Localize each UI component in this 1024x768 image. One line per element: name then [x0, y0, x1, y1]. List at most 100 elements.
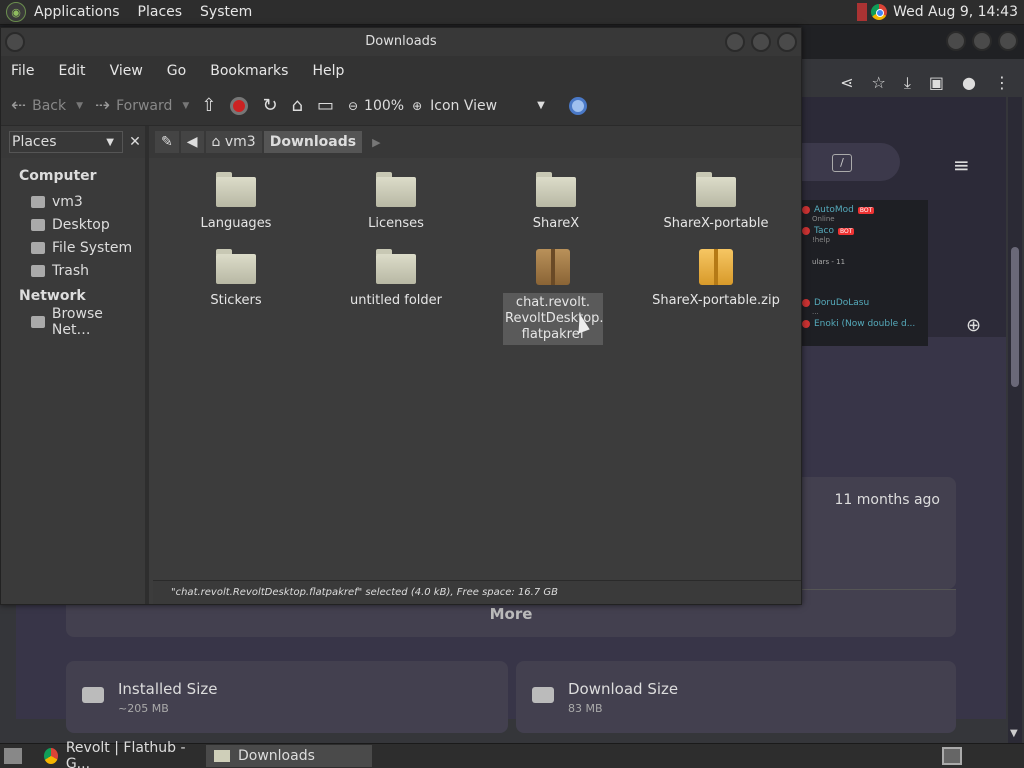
file-manager-window: Downloads File Edit View Go Bookmarks He… — [0, 27, 802, 605]
status-bar: "chat.revolt.RevoltDesktop.flatpakref" s… — [153, 580, 801, 604]
sidebar-item-vm3[interactable]: vm3 — [1, 190, 145, 213]
places-sidebar: Computer vm3 Desktop File System Trash N… — [1, 158, 149, 604]
fm-minimize-button[interactable] — [725, 32, 745, 52]
up-arrow-icon[interactable]: ⇧ — [201, 95, 216, 116]
home-folder-icon — [31, 195, 45, 208]
bottom-taskbar: Revolt | Flathub - G... Downloads — [0, 740, 1024, 768]
zoom-in-icon[interactable]: ⊕ — [966, 315, 981, 336]
close-sidebar-icon[interactable]: ✕ — [125, 134, 145, 150]
file-icon-grid[interactable]: Languages Licenses ShareX ShareX-portabl… — [149, 158, 801, 580]
breadcrumb-left-icon[interactable]: ◀ — [180, 131, 204, 153]
network-indicator-icon[interactable] — [857, 3, 868, 21]
reload-icon[interactable]: ↻ — [262, 95, 277, 116]
top-panel: ◉ Applications Places System Wed Aug 9, … — [0, 0, 1024, 25]
sidebar-item-file-system[interactable]: File System — [1, 236, 145, 259]
menu-go[interactable]: Go — [167, 63, 186, 79]
forward-arrow-icon: ⇢ — [95, 95, 111, 116]
scrollbar-thumb[interactable] — [1011, 247, 1019, 387]
folder-icon — [214, 249, 258, 285]
minimize-button[interactable] — [946, 31, 966, 51]
sidebar-item-browse-network[interactable]: Browse Net… — [1, 306, 145, 338]
close-button[interactable] — [998, 31, 1018, 51]
menu-help[interactable]: Help — [312, 63, 344, 79]
menu-edit[interactable]: Edit — [58, 63, 85, 79]
window-title: Downloads — [365, 34, 437, 49]
forward-button[interactable]: ⇢ Forward ▼ — [95, 95, 189, 116]
folder-icon — [374, 249, 418, 285]
menu-file[interactable]: File — [11, 63, 34, 79]
workspace-switcher[interactable] — [942, 747, 962, 765]
zoom-in-icon[interactable]: ⊕ — [412, 99, 422, 113]
preview-user: Taco BOT — [802, 226, 924, 236]
computer-icon[interactable]: ▭ — [317, 95, 334, 116]
back-button[interactable]: ⇠ Back ▼ — [11, 95, 83, 116]
file-item-stickers[interactable]: Stickers — [181, 249, 291, 308]
breadcrumb-right-icon[interactable]: ▶ — [372, 136, 380, 149]
chrome-tray-icon[interactable] — [871, 4, 888, 20]
home-small-icon: ⌂ — [211, 134, 225, 150]
breadcrumb-downloads[interactable]: Downloads — [263, 131, 363, 153]
show-desktop-icon[interactable] — [4, 748, 22, 764]
share-icon[interactable]: ⋖ — [840, 73, 853, 93]
folder-icon — [214, 172, 258, 208]
kebab-menu-icon[interactable]: ⋮ — [994, 73, 1010, 93]
release-time: 11 months ago — [834, 492, 940, 508]
preview-user: Enoki (Now double d... — [802, 319, 924, 329]
stop-icon[interactable] — [230, 96, 249, 115]
breadcrumb-vm3[interactable]: ⌂ vm3 — [205, 131, 262, 153]
fm-titlebar[interactable]: Downloads — [1, 28, 801, 56]
sidebar-pane-select[interactable]: Places ▼ — [9, 131, 123, 153]
maximize-button[interactable] — [972, 31, 992, 51]
search-icon[interactable] — [568, 96, 587, 115]
view-mode-select[interactable]: Icon View — [430, 98, 497, 114]
folder-icon — [534, 172, 578, 208]
file-item-sharex-portable-zip[interactable]: ShareX-portable.zip — [651, 249, 781, 308]
sidebar-item-desktop[interactable]: Desktop — [1, 213, 145, 236]
file-item-sharex[interactable]: ShareX — [501, 172, 611, 231]
trash-icon — [31, 264, 45, 277]
menu-bookmarks[interactable]: Bookmarks — [210, 63, 288, 79]
view-mode-chevron-icon[interactable]: ▼ — [537, 100, 545, 111]
file-item-languages[interactable]: Languages — [181, 172, 291, 231]
file-item-untitled-folder[interactable]: untitled folder — [341, 249, 451, 308]
fm-body: Computer vm3 Desktop File System Trash N… — [1, 158, 801, 604]
fm-close-button[interactable] — [777, 32, 797, 52]
bookmark-star-icon[interactable]: ☆ — [871, 73, 885, 93]
file-item-sharex-portable[interactable]: ShareX-portable — [656, 172, 776, 231]
sidebar-item-trash[interactable]: Trash — [1, 259, 145, 282]
menu-view[interactable]: View — [110, 63, 143, 79]
search-shortcut-hint: / — [832, 154, 852, 172]
fm-maximize-button[interactable] — [751, 32, 771, 52]
browser-toolbar-icons: ⋖ ☆ ⤓ ▣ ● ⋮ — [840, 73, 1010, 93]
profile-icon[interactable]: ● — [962, 73, 976, 93]
download-icon[interactable]: ⤓ — [904, 73, 911, 93]
zip-archive-icon — [699, 249, 733, 285]
edit-location-icon[interactable]: ✎ — [155, 131, 179, 153]
breadcrumb: ✎ ◀ ⌂ vm3 Downloads ▶ — [149, 126, 381, 158]
sidepanel-icon[interactable]: ▣ — [929, 73, 944, 93]
folder-icon — [694, 172, 738, 208]
app-screenshot-preview[interactable]: AutoMod BOT Online Taco BOT !help ulars - … — [800, 200, 928, 346]
hamburger-menu-icon[interactable]: ≡ — [953, 153, 970, 177]
task-revolt-browser[interactable]: Revolt | Flathub - G... — [36, 740, 202, 768]
clock[interactable]: Wed Aug 9, 14:43 — [893, 4, 1018, 20]
task-downloads[interactable]: Downloads — [206, 745, 372, 767]
back-history-chevron-icon[interactable]: ▼ — [76, 101, 83, 111]
forward-history-chevron-icon[interactable]: ▼ — [182, 101, 189, 111]
applications-menu[interactable]: Applications — [34, 4, 120, 20]
scroll-down-icon[interactable]: ▼ — [1010, 728, 1018, 739]
home-icon[interactable]: ⌂ — [292, 95, 303, 116]
preview-group: ulars - 11 — [812, 258, 846, 266]
network-icon — [31, 315, 45, 328]
page-scrollbar[interactable]: ▼ — [1008, 97, 1022, 743]
zoom-level[interactable]: 100% — [364, 98, 404, 114]
package-icon — [536, 249, 570, 285]
zoom-out-icon[interactable]: ⊖ — [348, 99, 358, 113]
places-menu[interactable]: Places — [138, 4, 183, 20]
mate-logo-icon[interactable]: ◉ — [6, 2, 26, 22]
system-menu[interactable]: System — [200, 4, 252, 20]
sidebar-heading-network: Network — [19, 288, 86, 304]
file-item-licenses[interactable]: Licenses — [341, 172, 451, 231]
file-item-revolt-flatpakref[interactable]: chat.revolt. RevoltDesktop. flatpakref — [503, 249, 604, 345]
window-menu-button[interactable] — [5, 32, 25, 52]
